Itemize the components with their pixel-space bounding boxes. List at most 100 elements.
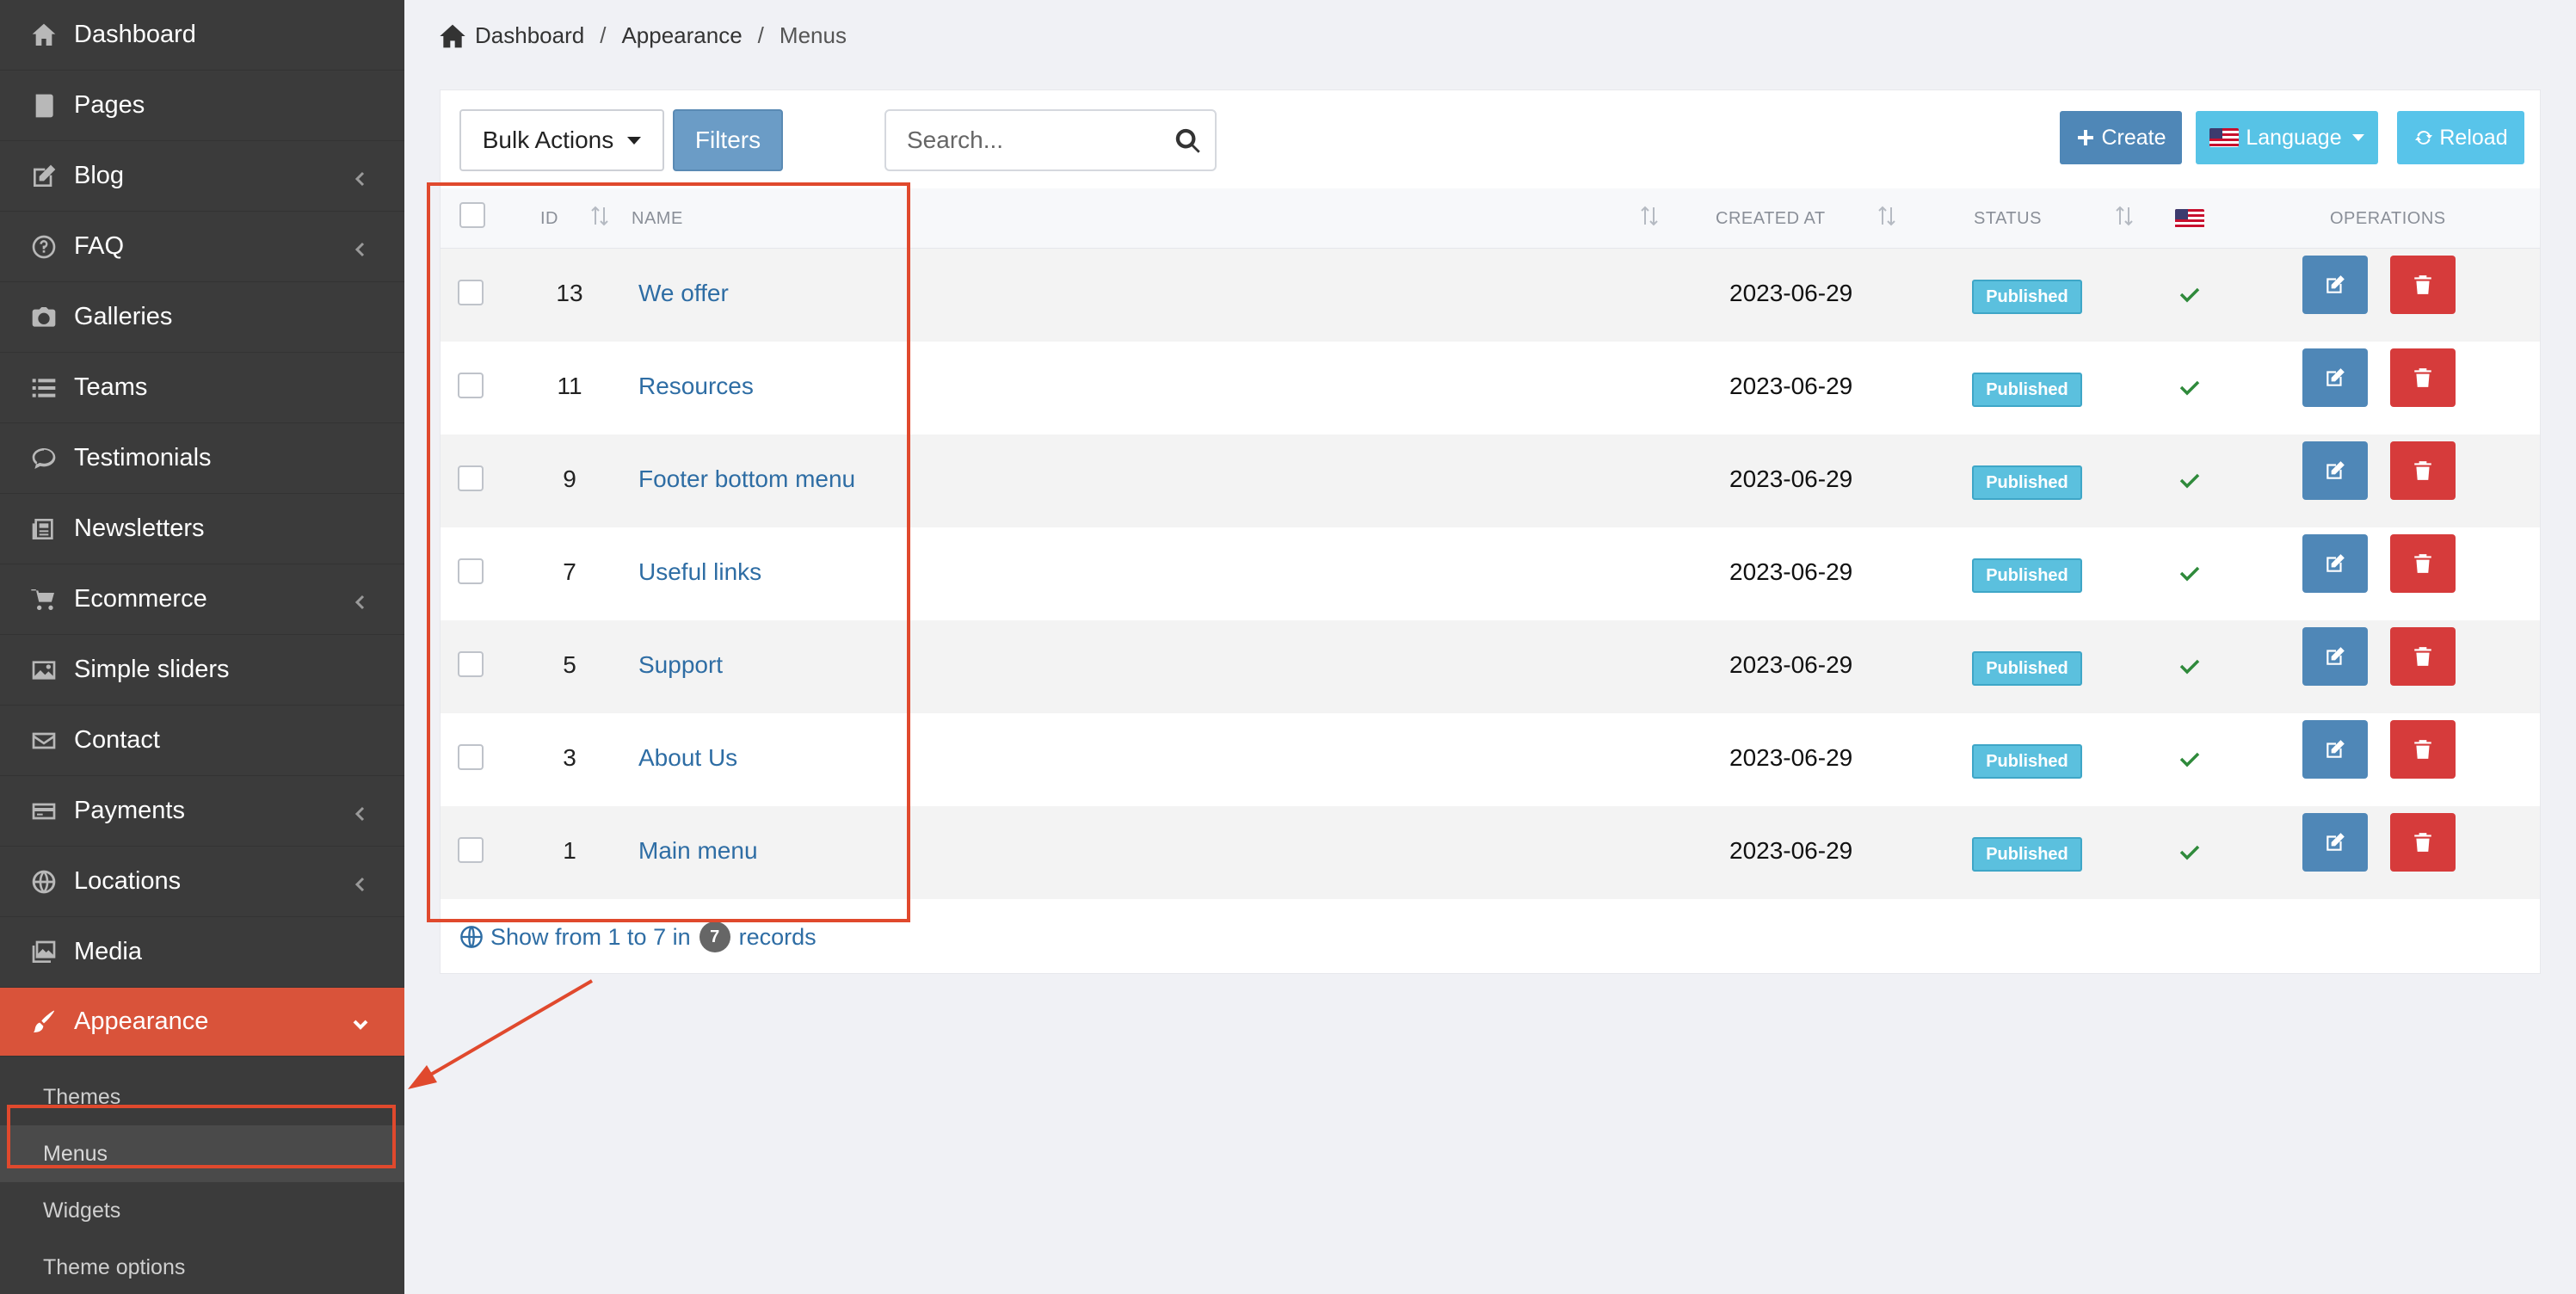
- breadcrumb-home[interactable]: Dashboard: [475, 22, 584, 49]
- paintbrush-icon: [29, 1007, 59, 1037]
- sidebar-item-simple-sliders[interactable]: Simple sliders: [0, 635, 404, 706]
- camera-icon: [29, 303, 59, 332]
- table-footer: Show from 1 to 7 in 7 records: [459, 921, 817, 952]
- row-created-at: 2023-06-29: [1729, 373, 1853, 399]
- sidebar-item-newsletters[interactable]: Newsletters: [0, 494, 404, 564]
- submenu-item-widgets[interactable]: Widgets: [0, 1182, 404, 1239]
- cart-icon: [29, 585, 59, 614]
- edit-button[interactable]: [2302, 348, 2368, 407]
- edit-icon: [2326, 833, 2345, 851]
- chevron-left-icon: [351, 590, 370, 609]
- create-button[interactable]: Create: [2060, 111, 2182, 164]
- edit-icon: [2326, 368, 2345, 386]
- bulk-actions-button[interactable]: Bulk Actions: [459, 109, 664, 171]
- sidebar-item-label: Payments: [74, 797, 185, 824]
- sidebar: Dashboard Pages Blog FAQ Galleries Teams…: [0, 0, 404, 1294]
- sidebar-item-label: Media: [74, 938, 142, 965]
- language-button[interactable]: Language: [2196, 111, 2378, 164]
- annotation-highlight-box: [427, 182, 910, 922]
- records-count-badge: 7: [699, 921, 730, 952]
- delete-button[interactable]: [2390, 441, 2456, 500]
- filters-button[interactable]: Filters: [673, 109, 783, 171]
- sidebar-item-locations[interactable]: Locations: [0, 847, 404, 917]
- newspaper-icon: [29, 515, 59, 544]
- us-flag-icon: [2175, 209, 2204, 228]
- sidebar-item-testimonials[interactable]: Testimonials: [0, 423, 404, 494]
- chevron-left-icon: [351, 167, 370, 186]
- home-icon: [440, 24, 465, 47]
- trash-icon: [2414, 554, 2431, 573]
- trash-icon: [2414, 740, 2431, 759]
- sort-icon[interactable]: [1877, 204, 1896, 228]
- home-icon: [29, 21, 59, 50]
- sidebar-item-payments[interactable]: Payments: [0, 776, 404, 847]
- edit-button[interactable]: [2302, 720, 2368, 779]
- sidebar-item-label: Blog: [74, 162, 125, 189]
- breadcrumb-appearance[interactable]: Appearance: [621, 22, 742, 49]
- delete-button[interactable]: [2390, 256, 2456, 314]
- globe-icon: [29, 867, 59, 897]
- reload-button[interactable]: Reload: [2397, 111, 2524, 164]
- delete-button[interactable]: [2390, 627, 2456, 686]
- sidebar-item-dashboard[interactable]: Dashboard: [0, 0, 404, 71]
- column-header-operations: OPERATIONS: [2330, 209, 2446, 228]
- delete-button[interactable]: [2390, 813, 2456, 872]
- sidebar-item-appearance[interactable]: Appearance: [0, 988, 404, 1057]
- us-flag-icon: [2209, 128, 2240, 147]
- refresh-icon: [2415, 131, 2433, 145]
- sidebar-item-pages[interactable]: Pages: [0, 71, 404, 141]
- column-header-status[interactable]: STATUS: [1974, 209, 2042, 229]
- row-created-at: 2023-06-29: [1729, 744, 1853, 771]
- question-icon: [29, 232, 59, 262]
- trash-icon: [2414, 461, 2431, 480]
- breadcrumb: Dashboard / Appearance / Menus: [439, 22, 847, 49]
- edit-icon: [29, 162, 59, 191]
- search-icon[interactable]: [1174, 126, 1203, 156]
- check-icon: [2177, 746, 2203, 772]
- check-icon: [2177, 281, 2203, 307]
- sort-icon[interactable]: [2115, 204, 2134, 228]
- status-badge: Published: [1972, 373, 2082, 407]
- sidebar-item-ecommerce[interactable]: Ecommerce: [0, 564, 404, 635]
- edit-button[interactable]: [2302, 441, 2368, 500]
- check-icon: [2177, 467, 2203, 493]
- edit-icon: [2326, 647, 2345, 665]
- edit-button[interactable]: [2302, 627, 2368, 686]
- check-icon: [2177, 839, 2203, 865]
- table-toolbar: Bulk Actions Filters Create Language Rel…: [441, 90, 2540, 188]
- column-header-created-at[interactable]: CREATED AT: [1716, 209, 1826, 229]
- sidebar-item-label: Locations: [74, 867, 182, 895]
- annotation-highlight-box: [7, 1105, 396, 1168]
- edit-icon: [2326, 275, 2345, 293]
- delete-button[interactable]: [2390, 348, 2456, 407]
- trash-icon: [2414, 833, 2431, 852]
- row-created-at: 2023-06-29: [1729, 280, 1853, 306]
- sidebar-item-blog[interactable]: Blog: [0, 141, 404, 212]
- trash-icon: [2414, 275, 2431, 294]
- trash-icon: [2414, 647, 2431, 666]
- sidebar-item-label: Dashboard: [74, 21, 196, 48]
- sidebar-item-label: FAQ: [74, 232, 125, 260]
- delete-button[interactable]: [2390, 720, 2456, 779]
- credit-card-icon: [29, 797, 59, 826]
- edit-button[interactable]: [2302, 534, 2368, 593]
- chevron-left-icon: [351, 237, 370, 256]
- comment-icon: [29, 444, 59, 473]
- sidebar-item-galleries[interactable]: Galleries: [0, 282, 404, 353]
- sidebar-item-label: Pages: [74, 91, 145, 119]
- sidebar-item-media[interactable]: Media: [0, 917, 404, 988]
- chevron-left-icon: [351, 802, 370, 821]
- edit-button[interactable]: [2302, 813, 2368, 872]
- sort-icon[interactable]: [1640, 204, 1659, 228]
- images-icon: [29, 938, 59, 967]
- delete-button[interactable]: [2390, 534, 2456, 593]
- sidebar-item-teams[interactable]: Teams: [0, 353, 404, 423]
- reload-label: Reload: [2439, 125, 2508, 150]
- sidebar-item-contact[interactable]: Contact: [0, 706, 404, 776]
- search-input[interactable]: [907, 126, 1165, 154]
- check-icon: [2177, 560, 2203, 586]
- edit-button[interactable]: [2302, 256, 2368, 314]
- breadcrumb-separator: /: [600, 22, 607, 48]
- submenu-item-theme-options[interactable]: Theme options: [0, 1239, 404, 1294]
- sidebar-item-faq[interactable]: FAQ: [0, 212, 404, 282]
